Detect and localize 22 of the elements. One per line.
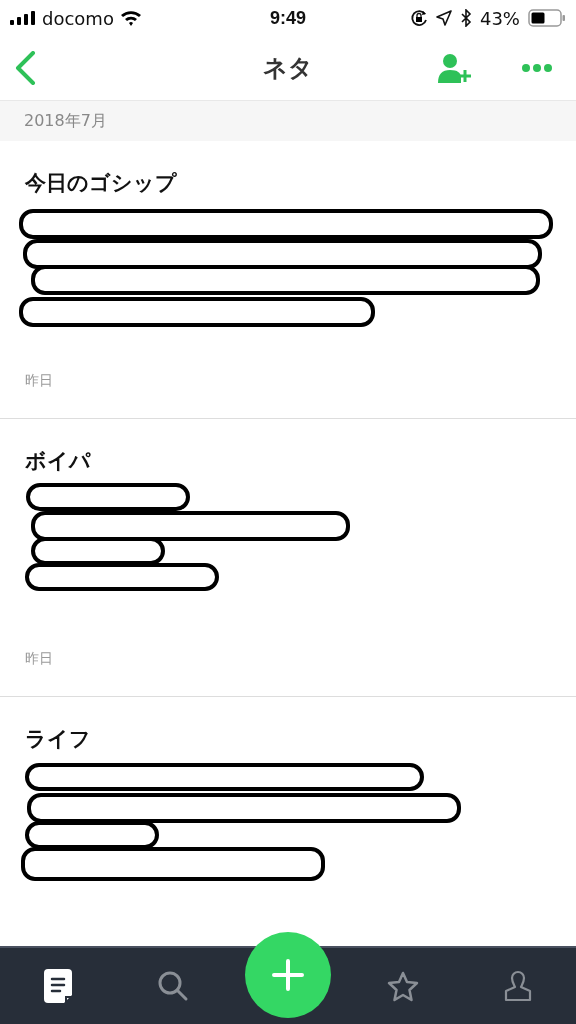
note-date: 昨日 [25, 372, 53, 390]
page-title: ネタ [263, 53, 313, 84]
signal-icon [10, 11, 36, 25]
note-title[interactable]: 今日のゴシップ [25, 169, 177, 197]
month-header: 2018年7月 [24, 110, 107, 132]
battery-percent: 43% [479, 7, 520, 29]
note-title[interactable]: ボイパ [25, 447, 91, 475]
tab-button[interactable] [43, 969, 72, 1003]
note-title[interactable]: ライフ [25, 725, 91, 753]
wifi-icon [119, 10, 142, 26]
bluetooth-icon [459, 9, 472, 27]
note-icon [43, 969, 72, 1003]
rotation-lock-icon [409, 9, 428, 27]
carrier-name: docomo [42, 7, 114, 29]
location-arrow-icon [435, 10, 452, 26]
battery-icon [528, 9, 566, 27]
star-icon [387, 970, 420, 1002]
clock-time: 9:49 [268, 7, 307, 29]
person-icon [504, 970, 533, 1002]
plus-icon [271, 958, 305, 992]
note-date: 昨日 [25, 650, 53, 668]
search-icon [156, 970, 189, 1002]
